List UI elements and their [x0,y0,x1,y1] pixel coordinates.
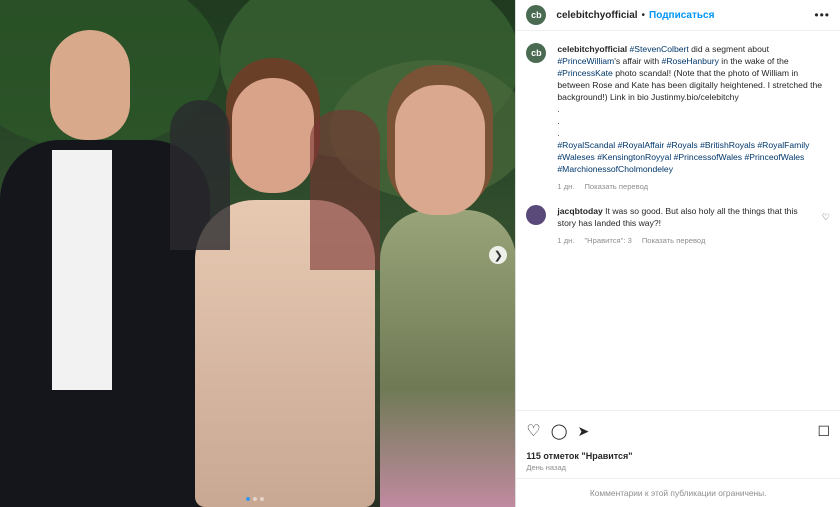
caption-dots: ... [557,103,830,139]
post-username[interactable]: celebitchyofficial [556,10,637,21]
figure-woman-right-head [395,85,485,215]
hashtag-link[interactable]: #StevenColbert [630,44,689,54]
action-bar: ♡ ◯ ➤ ☐ [516,410,840,451]
post-sidebar: cb celebitchyofficial • Подписаться ••• … [515,0,840,507]
comment-username[interactable]: jacqbtoday [557,206,602,216]
carousel-dot [260,497,264,501]
hashtag-link[interactable]: #PrinceofWales [744,152,804,162]
follow-button[interactable]: Подписаться [649,10,714,21]
hashtag-link[interactable]: #RoseHanbury [662,56,719,66]
caption-username[interactable]: celebitchyofficial [557,44,627,54]
comment-age: 1 дн. [557,236,575,245]
hashtag-link[interactable]: #PrincessofWales [674,152,745,162]
avatar[interactable]: cb [526,5,547,25]
carousel-dot [253,497,257,501]
caption-fragment: did a segment about [688,44,770,54]
bookmark-icon[interactable]: ☐ [817,423,830,440]
background-guests [170,100,230,250]
likes-count[interactable]: 115 отметок "Нравится" [516,451,840,461]
comments-section: cb celebitchyofficial #StevenColbert did… [516,31,840,410]
figure-woman-center-head [232,78,314,193]
send-icon[interactable]: ➤ [578,423,590,440]
comment-body: jacqbtoday It was so good. But also holy… [557,205,816,247]
caption: cb celebitchyofficial #StevenColbert did… [526,43,830,193]
more-icon[interactable]: ••• [814,8,830,22]
caption-body: celebitchyofficial #StevenColbert did a … [557,43,830,193]
figure-man-head [50,30,130,140]
caption-meta: 1 дн. Показать перевод [557,181,830,193]
translate-button[interactable]: Показать перевод [584,181,648,193]
figure-man-shirt [52,150,112,390]
hashtag-link[interactable]: #PrinceWilliam [557,56,614,66]
translate-button[interactable]: Показать перевод [642,235,706,247]
hashtag-link[interactable]: #RoyalFamily [757,140,809,150]
avatar[interactable]: cb [526,43,547,63]
hashtag-link[interactable]: #PrincessKate [557,68,612,78]
background-guest-2 [310,110,380,270]
hashtag-link[interactable]: #KensingtonRoyyal [597,152,673,162]
hashtag-link[interactable]: #RoyalAffair [618,140,667,150]
caption-fragment: 's affair with [614,56,662,66]
comment-likes[interactable]: "Нравится": 3 [584,235,631,247]
hashtag-link[interactable]: #Waleses [557,152,597,162]
comments-limited-notice: Комментарии к этой публикации ограничены… [516,478,840,507]
comment-icon[interactable]: ◯ [551,422,568,440]
post-time: День назад [526,463,566,472]
caption-age: 1 дн. [557,182,575,191]
caption-fragment: in the wake of the [718,56,789,66]
hashtag-link[interactable]: #Royals [667,140,700,150]
caption-dot: . [557,104,560,114]
carousel-dot [246,497,250,501]
separator-dot: • [641,9,646,21]
hashtag-link[interactable]: #BritishRoyals [700,140,757,150]
hashtag-link[interactable]: #MarchionessofCholmondeley [557,164,673,174]
instagram-post-modal: ❯ cb celebitchyofficial • Подписаться ••… [0,0,840,507]
post-photo[interactable]: ❯ [0,0,516,507]
comment-item: jacqbtoday It was so good. But also holy… [526,205,830,247]
caption-hashtags: #RoyalScandal #RoyalAffair #Royals #Brit… [557,139,830,175]
caption-dot: . [557,116,560,126]
comment-meta: 1 дн. "Нравится": 3 Показать перевод [557,235,816,247]
heart-icon[interactable]: ♡ [526,421,540,441]
avatar[interactable] [526,205,547,225]
caption-dot: . [557,128,560,138]
hashtag-link[interactable]: #RoyalScandal [557,140,617,150]
post-header: cb celebitchyofficial • Подписаться ••• [516,0,840,31]
comment-heart-icon[interactable]: ♡ [822,211,830,247]
carousel-dots [246,497,264,501]
